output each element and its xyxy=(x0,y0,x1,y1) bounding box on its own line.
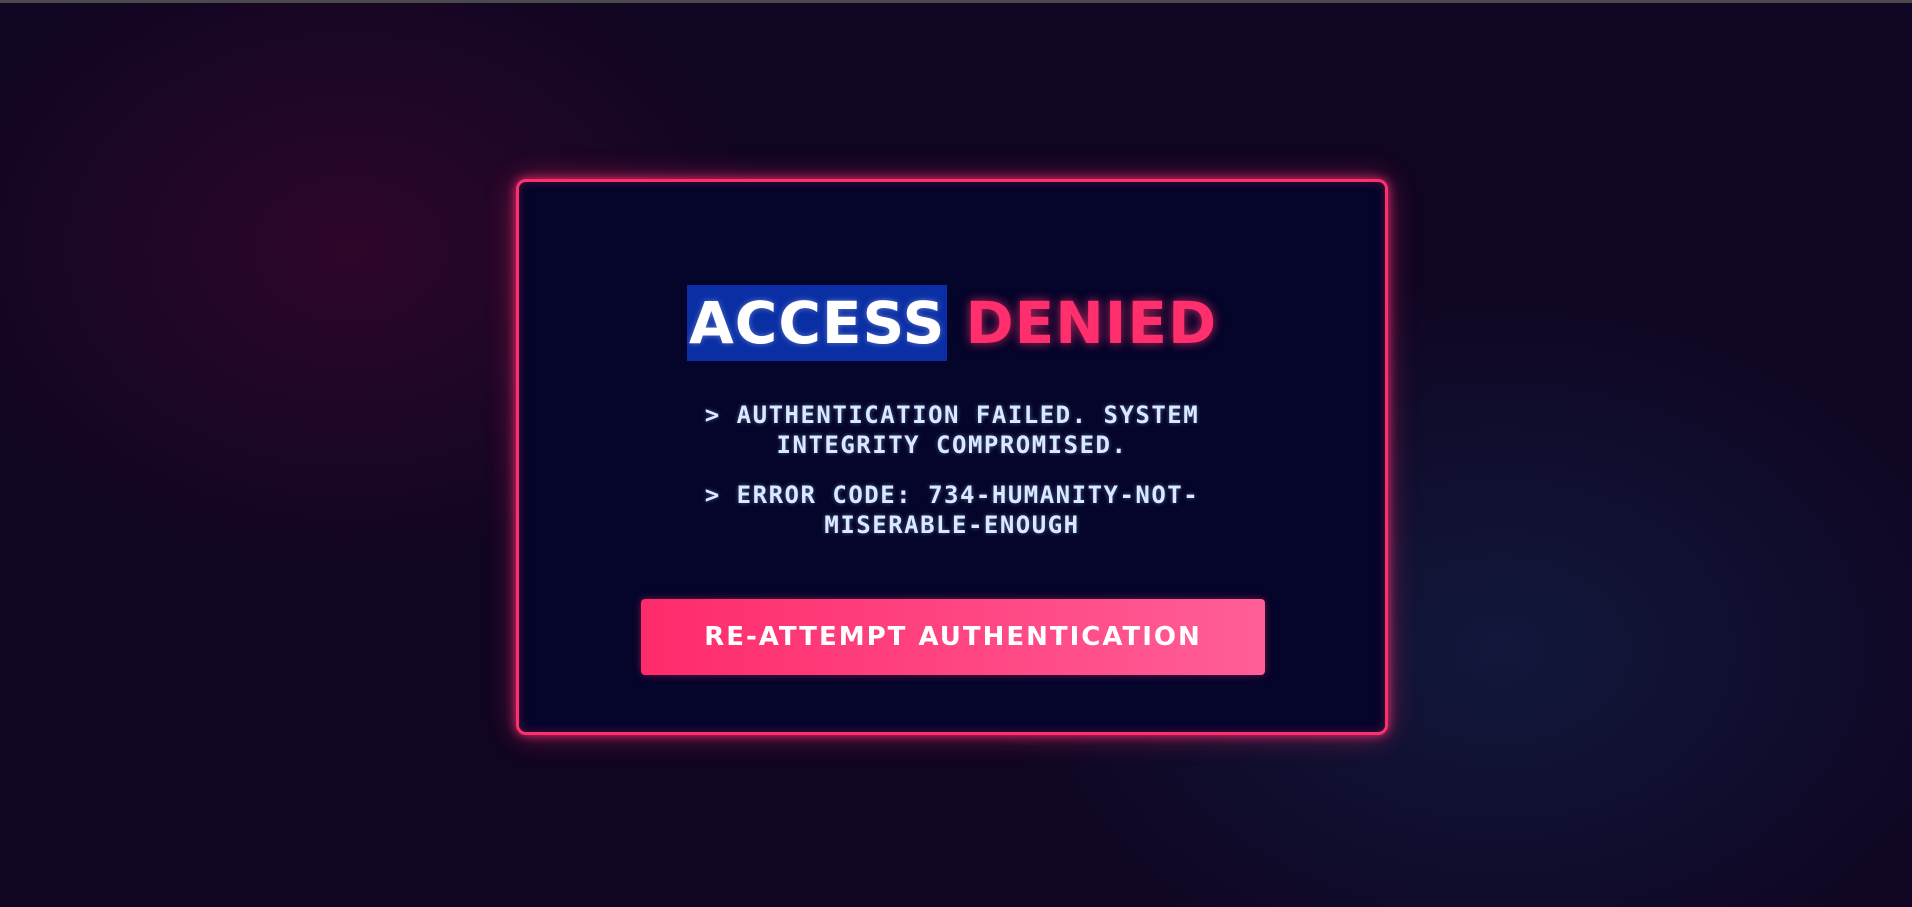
top-border-line xyxy=(0,0,1912,3)
reattempt-authentication-button[interactable]: RE-ATTEMPT AUTHENTICATION xyxy=(641,599,1265,675)
error-messages: > AUTHENTICATION FAILED. SYSTEM INTEGRIT… xyxy=(639,400,1265,560)
title-denied: DENIED xyxy=(965,289,1218,357)
dialog-title: ACCESS DENIED xyxy=(519,285,1385,361)
error-code-message: > ERROR CODE: 734-HUMANITY-NOT-MISERABLE… xyxy=(704,481,1200,539)
auth-failed-message: > AUTHENTICATION FAILED. SYSTEM INTEGRIT… xyxy=(704,401,1200,459)
access-denied-dialog: ACCESS DENIED > AUTHENTICATION FAILED. SY… xyxy=(516,179,1388,735)
title-access-selected[interactable]: ACCESS xyxy=(686,285,948,361)
